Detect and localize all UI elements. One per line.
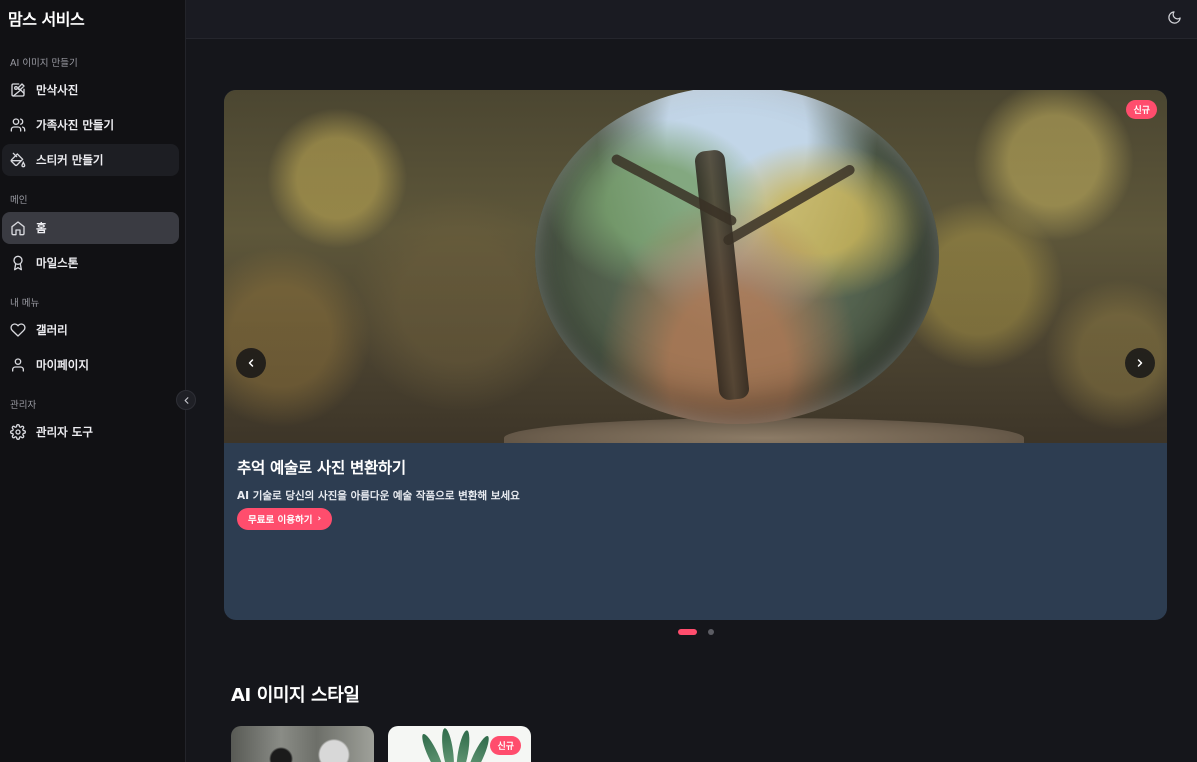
leaf-decoration <box>454 729 472 762</box>
top-header <box>186 0 1197 39</box>
sidebar-item-label: 관리자 도구 <box>36 425 93 439</box>
chevron-left-icon <box>248 359 254 367</box>
sidebar-item-label: 만삭사진 <box>36 83 79 97</box>
moon-icon <box>1167 10 1181 24</box>
main-content: 신규 추억 예술로 사진 변환하기 AI 기술로 당신의 사진을 아름다운 예술… <box>186 39 1197 762</box>
ai-style-section-title: AI 이미지 스타일 <box>231 685 360 706</box>
style-card-leaf[interactable]: 신규 <box>388 726 531 762</box>
carousel-prev-button[interactable] <box>236 348 266 378</box>
slide-description: AI 기술로 당신의 사진을 아름다운 예술 작품으로 변환해 보세요 <box>237 490 520 502</box>
sidebar-item-label: 마일스톤 <box>36 256 79 270</box>
carousel-next-button[interactable] <box>1125 348 1155 378</box>
chevron-left-icon <box>184 396 188 404</box>
hero-carousel: 신규 추억 예술로 사진 변환하기 AI 기술로 당신의 사진을 아름다운 예술… <box>224 90 1167 620</box>
carousel-dot-2[interactable] <box>708 629 714 635</box>
theme-toggle-button[interactable] <box>1165 8 1183 26</box>
sidebar-item-label: 갤러리 <box>36 323 68 337</box>
leaf-decoration <box>439 727 457 762</box>
new-badge: 신규 <box>1126 100 1157 119</box>
users-icon <box>10 117 26 133</box>
heart-icon <box>10 322 26 338</box>
section-label-main: 메인 <box>10 195 28 206</box>
settings-icon <box>10 424 26 440</box>
free-use-button-label: 무료로 이용하기 <box>248 515 313 526</box>
sidebar: 맘스 서비스 AI 이미지 만들기 만삭사진 가족사진 만들기 스티커 만들기 … <box>0 0 186 762</box>
slide-caption: 추억 예술로 사진 변환하기 AI 기술로 당신의 사진을 아름다운 예술 작품… <box>237 456 1137 530</box>
award-icon <box>10 255 26 271</box>
sidebar-item-sticker[interactable]: 스티커 만들기 <box>2 144 179 176</box>
sidebar-item-label: 가족사진 만들기 <box>36 118 115 132</box>
sidebar-item-label: 홈 <box>36 221 47 235</box>
carousel-indicators <box>678 629 714 635</box>
sidebar-item-gallery[interactable]: 갤러리 <box>2 314 179 346</box>
new-badge: 신규 <box>490 736 521 755</box>
sidebar-item-label: 스티커 만들기 <box>36 153 104 167</box>
sidebar-item-mypage[interactable]: 마이페이지 <box>2 349 179 381</box>
sidebar-item-home[interactable]: 홈 <box>2 212 179 244</box>
slide-title: 추억 예술로 사진 변환하기 <box>237 459 406 477</box>
section-label-admin: 관리자 <box>10 400 37 411</box>
section-label-my-menu: 내 메뉴 <box>10 298 40 309</box>
free-use-button[interactable]: 무료로 이용하기 › <box>237 508 333 530</box>
user-icon <box>10 357 26 373</box>
app-root: 맘스 서비스 AI 이미지 만들기 만삭사진 가족사진 만들기 스티커 만들기 … <box>0 0 1197 762</box>
sidebar-item-milestone[interactable]: 마일스톤 <box>2 247 179 279</box>
chevron-right-icon: › <box>317 514 322 524</box>
brand-title[interactable]: 맘스 서비스 <box>8 6 85 30</box>
sidebar-item-maternity-photo[interactable]: 만삭사진 <box>2 74 179 106</box>
image-edit-icon <box>10 82 26 98</box>
section-label-ai-image: AI 이미지 만들기 <box>10 58 78 69</box>
slide-image-crystal-ball[interactable] <box>224 90 1167 443</box>
sidebar-collapse-button[interactable] <box>176 390 196 410</box>
carousel-dot-1[interactable] <box>678 629 697 635</box>
sidebar-item-admin-tools[interactable]: 관리자 도구 <box>2 416 179 448</box>
paint-bucket-icon <box>10 152 26 168</box>
sidebar-item-label: 마이페이지 <box>36 358 89 372</box>
chevron-right-icon <box>1137 359 1143 367</box>
sidebar-item-family-photo[interactable]: 가족사진 만들기 <box>2 109 179 141</box>
style-card-panda[interactable] <box>231 726 374 762</box>
home-icon <box>10 220 26 236</box>
